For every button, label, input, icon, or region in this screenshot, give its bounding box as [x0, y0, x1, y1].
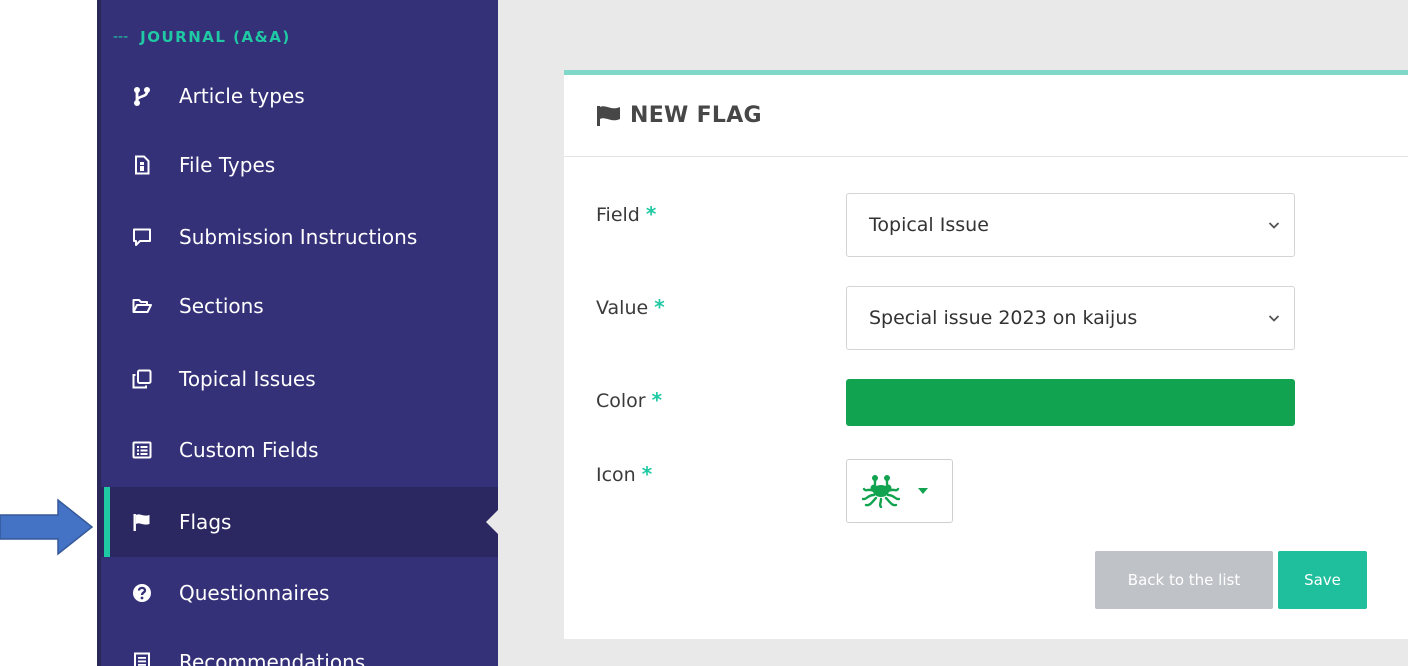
field-select-value: Topical Issue: [869, 214, 989, 236]
sidebar-item-flags[interactable]: Flags: [101, 487, 498, 557]
value-label-text: Value: [596, 297, 649, 319]
sidebar-item-custom-fields[interactable]: Custom Fields: [101, 415, 498, 485]
field-select[interactable]: Topical Issue: [846, 193, 1295, 257]
sidebar-item-topical-issues[interactable]: Topical Issues: [101, 344, 498, 414]
card-header: NEW FLAG: [564, 75, 1408, 157]
sidebar-item-label: Recommendations: [179, 650, 366, 666]
sidebar-item-label: Custom Fields: [179, 438, 319, 462]
sidebar-item-questionnaires[interactable]: Questionnaires: [101, 558, 498, 628]
sidebar-item-label: File Types: [179, 153, 276, 177]
required-marker: *: [651, 388, 663, 412]
value-select[interactable]: Special issue 2023 on kaijus: [846, 286, 1295, 350]
section-title: JOURNAL (A&A): [140, 28, 291, 46]
comment-icon: [132, 227, 152, 247]
sidebar-item-label: Flags: [179, 510, 232, 534]
code-branch-icon: [132, 86, 152, 106]
value-label: Value *: [596, 295, 665, 319]
flag-icon: [132, 512, 152, 532]
sidebar-item-submission-instructions[interactable]: Submission Instructions: [101, 202, 498, 272]
clone-icon: [132, 369, 152, 389]
flying-spaghetti-monster-icon: [862, 475, 900, 508]
annotation-arrow-icon: [0, 498, 94, 556]
sidebar-item-article-types[interactable]: Article types: [101, 61, 498, 131]
back-to-list-button[interactable]: Back to the list: [1095, 551, 1273, 609]
sidebar-item-file-types[interactable]: File Types: [101, 130, 498, 200]
sidebar-item-label: Article types: [179, 84, 305, 108]
sidebar-item-label: Topical Issues: [179, 367, 316, 391]
file-icon: [132, 155, 152, 175]
required-marker: *: [645, 202, 657, 226]
folder-open-icon: [132, 296, 152, 316]
list-alt-icon: [132, 440, 152, 460]
sidebar-item-label: Questionnaires: [179, 581, 330, 605]
section-dash: ---: [113, 29, 129, 45]
icon-label-text: Icon: [596, 464, 636, 486]
sidebar-item-sections[interactable]: Sections: [101, 271, 498, 341]
question-circle-icon: [132, 583, 152, 603]
page-title: NEW FLAG: [630, 103, 762, 128]
field-label-text: Field: [596, 204, 640, 226]
icon-picker-button[interactable]: [846, 459, 953, 523]
caret-down-icon: [918, 488, 928, 494]
color-label-text: Color: [596, 390, 646, 412]
sidebar-item-label: Sections: [179, 294, 264, 318]
document-icon: [132, 652, 152, 666]
color-label: Color *: [596, 388, 662, 412]
icon-label: Icon *: [596, 462, 652, 486]
chevron-down-icon: [1268, 315, 1280, 322]
save-button[interactable]: Save: [1278, 551, 1367, 609]
required-marker: *: [641, 462, 653, 486]
sidebar-item-label: Submission Instructions: [179, 225, 418, 249]
main-content: NEW FLAG Field * Topical Issue Value * Spe…: [498, 0, 1408, 666]
sidebar: --- JOURNAL (A&A) Article types File Typ…: [97, 0, 498, 666]
sidebar-item-recommendations[interactable]: Recommendations: [101, 627, 498, 666]
chevron-down-icon: [1268, 222, 1280, 229]
value-select-value: Special issue 2023 on kaijus: [869, 307, 1138, 329]
flag-icon: [597, 105, 620, 126]
required-marker: *: [654, 295, 665, 319]
sidebar-section-header[interactable]: --- JOURNAL (A&A): [113, 24, 291, 50]
color-picker-input[interactable]: [846, 379, 1295, 426]
new-flag-card: NEW FLAG Field * Topical Issue Value * Spe…: [564, 70, 1408, 639]
active-caret: [486, 509, 498, 535]
field-label: Field *: [596, 202, 656, 226]
